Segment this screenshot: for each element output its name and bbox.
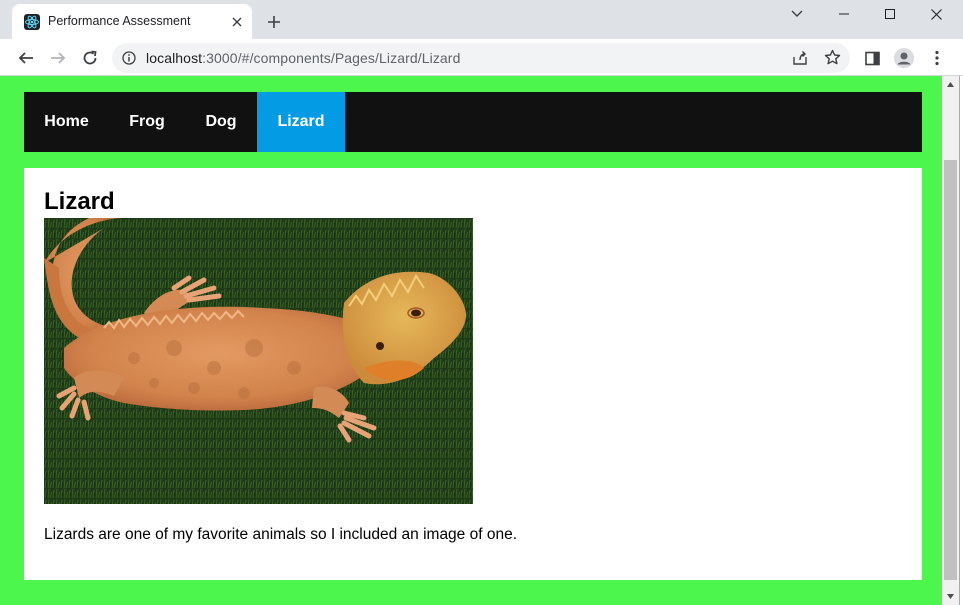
profile-button[interactable] <box>890 44 918 72</box>
description-text: Lizards are one of my favorite animals s… <box>44 526 518 543</box>
scrollbar-thumb[interactable] <box>944 160 957 580</box>
url-host: localhost <box>146 50 203 66</box>
browser-tab[interactable]: Performance Assessment <box>12 4 252 39</box>
lizard-image <box>44 218 473 504</box>
browser-window: Performance Assessment localhost:3000/#/… <box>0 0 963 605</box>
new-tab-button[interactable] <box>262 10 286 34</box>
url-text: localhost:3000/#/components/Pages/Lizard… <box>146 50 460 66</box>
share-icon[interactable] <box>792 50 808 66</box>
window-edge <box>959 76 963 605</box>
minimize-button[interactable] <box>821 0 867 28</box>
close-icon <box>930 8 942 20</box>
maximize-icon <box>885 9 895 19</box>
close-icon <box>232 17 242 27</box>
address-bar[interactable]: localhost:3000/#/components/Pages/Lizard… <box>112 43 850 73</box>
info-icon[interactable] <box>122 51 136 65</box>
arrow-right-icon <box>51 52 66 64</box>
reload-icon <box>83 50 97 65</box>
maximize-button[interactable] <box>867 0 913 28</box>
side-panel-button[interactable] <box>858 44 886 72</box>
browser-toolbar: localhost:3000/#/components/Pages/Lizard… <box>0 39 963 76</box>
react-logo-icon <box>24 14 40 30</box>
site-navbar: Home Frog Dog Lizard <box>24 92 922 152</box>
tab-title: Performance Assessment <box>48 14 191 28</box>
back-button[interactable] <box>12 44 40 72</box>
minimize-icon <box>839 13 849 15</box>
scroll-down-button[interactable] <box>942 588 959 605</box>
tab-strip: Performance Assessment <box>0 0 963 39</box>
plus-icon <box>268 16 280 28</box>
triangle-up-icon <box>947 82 954 87</box>
scroll-up-button[interactable] <box>942 76 959 93</box>
forward-button[interactable] <box>44 44 72 72</box>
triangle-down-icon <box>947 594 954 599</box>
nav-item-frog[interactable]: Frog <box>109 92 185 152</box>
content-card: Lizard Lizards are one of my favorite an… <box>24 168 922 580</box>
menu-button[interactable] <box>923 44 951 72</box>
tab-search-button[interactable] <box>774 0 820 28</box>
side-panel-icon <box>864 51 880 65</box>
url-path: :3000/#/components/Pages/Lizard/Lizard <box>202 50 461 66</box>
more-vert-icon <box>935 50 939 66</box>
nav-item-home[interactable]: Home <box>24 92 109 152</box>
page-viewport: Home Frog Dog Lizard Lizard Lizards are … <box>0 76 942 605</box>
arrow-left-icon <box>18 52 33 64</box>
star-icon[interactable] <box>824 49 841 66</box>
chevron-down-icon <box>791 10 803 17</box>
close-window-button[interactable] <box>913 0 959 28</box>
reload-button[interactable] <box>76 44 104 72</box>
avatar-icon <box>894 48 914 68</box>
tab-close-button[interactable] <box>227 12 247 32</box>
nav-item-lizard[interactable]: Lizard <box>257 92 345 152</box>
page-title: Lizard <box>44 188 115 215</box>
nav-item-dog[interactable]: Dog <box>185 92 257 152</box>
vertical-scrollbar[interactable] <box>942 76 959 605</box>
